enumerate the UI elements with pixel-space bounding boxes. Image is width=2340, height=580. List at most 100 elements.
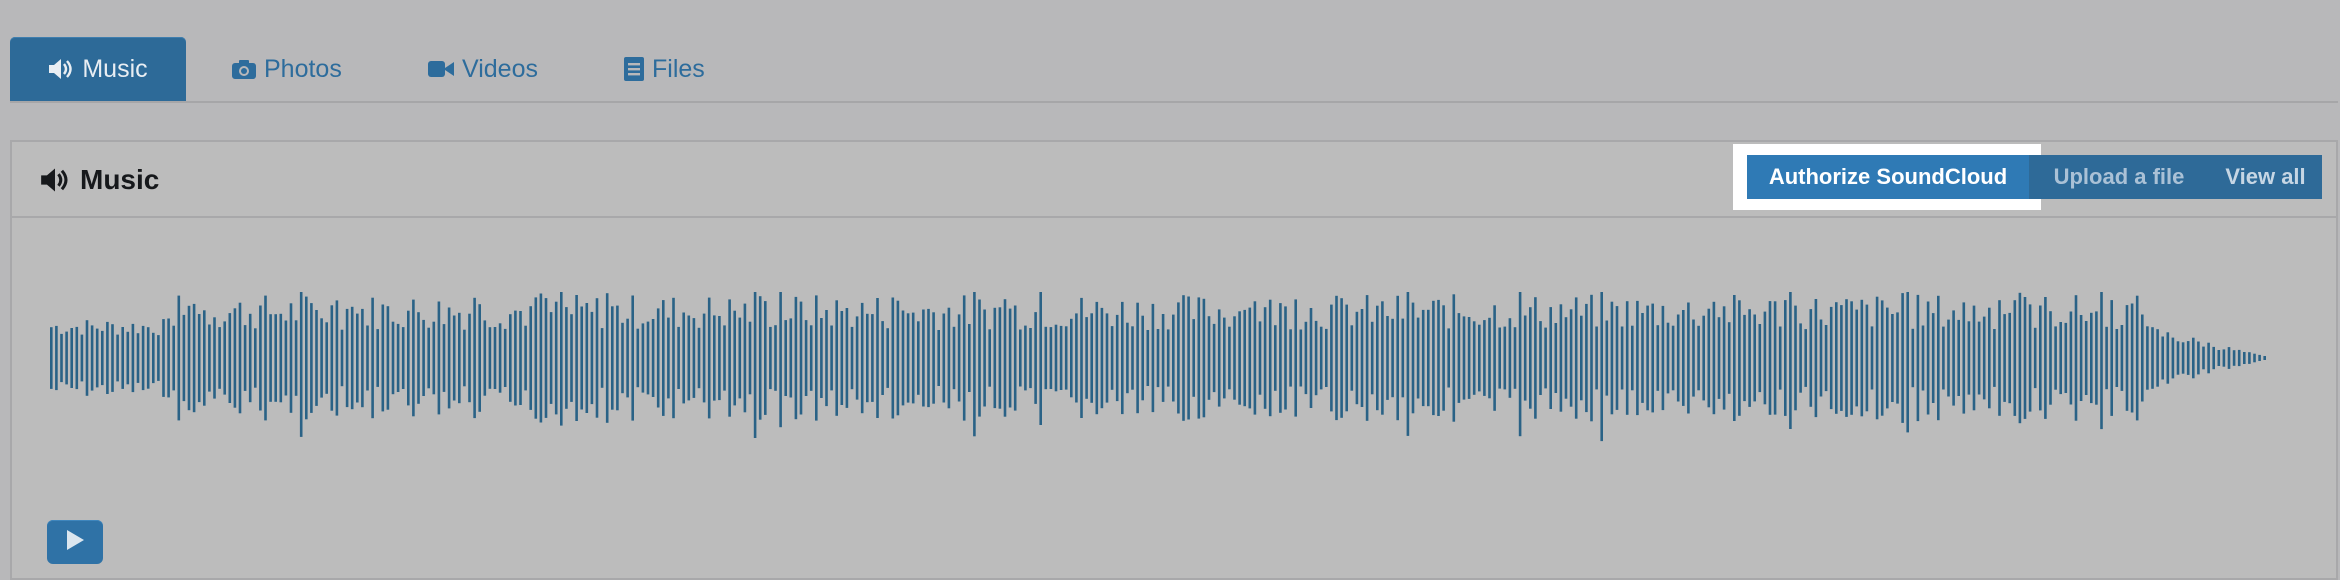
- waveform-bar: [886, 328, 889, 388]
- tab-videos[interactable]: Videos: [428, 37, 538, 101]
- waveform-bar: [1773, 301, 1777, 415]
- waveform-bar: [2033, 327, 2037, 389]
- waveform-bar: [1228, 326, 1231, 390]
- waveform-bar: [2028, 304, 2032, 412]
- waveform-bar: [172, 325, 175, 391]
- waveform-bar: [2151, 327, 2154, 389]
- waveform-bar: [305, 296, 308, 420]
- waveform-bar: [126, 331, 130, 385]
- waveform-bar: [937, 330, 940, 386]
- waveform-bar: [478, 304, 481, 412]
- waveform-bar: [412, 299, 415, 417]
- waveform-bar: [452, 315, 456, 401]
- waveform-bar: [1391, 318, 1394, 398]
- waveform-bar: [1146, 330, 1150, 386]
- waveform-bar: [432, 321, 436, 395]
- waveform-bar: [1574, 297, 1578, 419]
- waveform-bar: [2095, 311, 2098, 405]
- waveform-bar: [1258, 321, 1262, 395]
- waveform-bar: [2018, 292, 2022, 424]
- waveform-bar: [2130, 303, 2134, 413]
- waveform-bar: [1044, 326, 1048, 390]
- waveform-bar: [2217, 350, 2221, 366]
- waveform-bar: [1080, 297, 1083, 418]
- waveform-bar: [988, 329, 991, 387]
- waveform-bar: [1381, 301, 1384, 415]
- waveform-bar: [682, 312, 685, 404]
- waveform-bar: [1982, 316, 1986, 400]
- waveform-bar: [310, 303, 313, 413]
- waveform-bar: [121, 327, 124, 389]
- tab-label: Photos: [264, 54, 342, 83]
- waveform-bar: [799, 301, 803, 415]
- waveform-bar: [60, 333, 63, 383]
- waveform-bar: [1850, 301, 1853, 415]
- waveform-bar: [2003, 314, 2006, 402]
- waveform-bar: [2054, 326, 2057, 390]
- waveform-bar: [636, 328, 640, 388]
- waveform-bar: [152, 332, 155, 384]
- waveform-bar: [498, 323, 502, 393]
- waveform-bar: [1646, 305, 1649, 411]
- waveform-bar: [1661, 305, 1665, 411]
- waveform-bar: [1763, 311, 1767, 405]
- waveform-bar: [820, 318, 823, 398]
- waveform-bar: [718, 316, 721, 401]
- waveform-bar: [794, 296, 798, 420]
- waveform-bar: [1707, 308, 1711, 408]
- waveform-bar: [677, 326, 680, 389]
- waveform-bar: [1886, 307, 1889, 409]
- waveform-bar: [1365, 295, 1369, 421]
- waveform-bar: [560, 292, 563, 426]
- waveform-bar: [1019, 329, 1022, 387]
- waveform-bar: [468, 313, 471, 403]
- waveform-bar: [993, 307, 997, 409]
- waveform-bar: [95, 328, 99, 388]
- tab-photos[interactable]: Photos: [232, 37, 342, 101]
- waveform-bar: [1671, 325, 1675, 391]
- panel-header: Music Authorize SoundCloud Upload a file…: [12, 142, 2336, 218]
- waveform-bar: [1156, 329, 1160, 388]
- play-button[interactable]: [47, 520, 103, 564]
- waveform-bar: [437, 301, 441, 415]
- waveform-bar: [1559, 304, 1563, 412]
- waveform-bar: [1682, 310, 1685, 406]
- waveform-bar: [713, 315, 716, 401]
- waveform-bar: [1595, 326, 1598, 390]
- waveform-bar: [672, 297, 675, 419]
- waveform-bar: [350, 306, 354, 410]
- waveform-bar: [656, 308, 660, 408]
- waveform-bar: [136, 333, 140, 383]
- waveform-bar: [1631, 325, 1634, 391]
- waveform-bar: [922, 309, 925, 407]
- waveform-bar: [1906, 292, 1909, 433]
- waveform-bar: [1610, 301, 1614, 415]
- waveform-bar: [2156, 329, 2159, 387]
- waveform-bar: [1284, 306, 1287, 410]
- waveform-bar: [748, 321, 752, 395]
- waveform[interactable]: [50, 292, 2280, 512]
- waveform-bar: [1534, 297, 1537, 419]
- waveform-bar: [723, 325, 726, 391]
- waveform-bar: [881, 321, 884, 395]
- waveform-bar: [1115, 314, 1119, 402]
- waveform-bar: [2263, 356, 2266, 360]
- waveform-bar: [891, 297, 895, 419]
- waveform-bar: [662, 300, 665, 416]
- waveform-bar: [396, 323, 400, 392]
- tab-music[interactable]: Music: [10, 37, 186, 101]
- view-all-button[interactable]: View all: [2209, 155, 2322, 199]
- waveform-bar: [1442, 305, 1445, 411]
- waveform-bar: [1319, 326, 1323, 390]
- waveform-bar: [1330, 304, 1333, 412]
- waveform-bar: [427, 327, 430, 389]
- waveform-bar: [223, 321, 226, 395]
- authorize-soundcloud-button[interactable]: Authorize SoundCloud: [1747, 155, 2029, 199]
- waveform-bar: [1095, 301, 1099, 415]
- waveform-bar: [1539, 321, 1542, 395]
- waveform-bar: [524, 325, 527, 391]
- waveform-bar: [1294, 299, 1297, 417]
- tab-files[interactable]: Files: [624, 37, 705, 101]
- upload-file-button[interactable]: Upload a file: [2029, 155, 2209, 199]
- waveform-bar: [845, 308, 849, 408]
